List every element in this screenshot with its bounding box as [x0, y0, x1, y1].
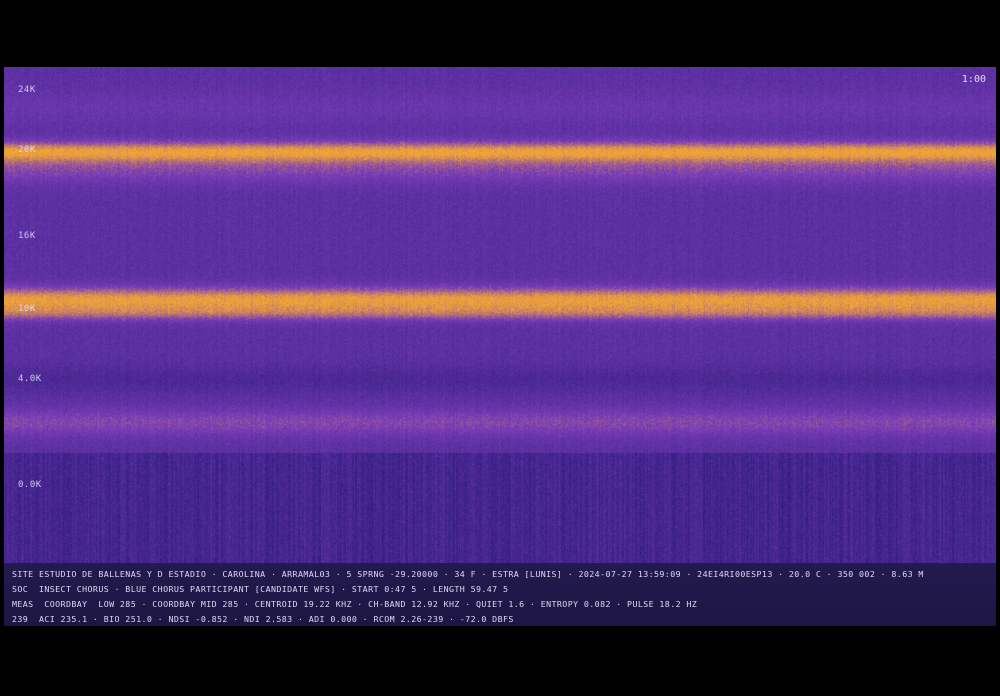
freq-label-20k: 20K: [18, 145, 36, 155]
freq-label-24k: 24K: [18, 85, 36, 95]
spectrogram-image[interactable]: [4, 67, 996, 563]
info-line-indices: 239 ACI 235.1 · BIO 251.0 · NDSI -0.852 …: [12, 614, 514, 624]
bottom-letterbox: [0, 626, 1000, 696]
freq-label-4k: 4.0K: [18, 374, 42, 384]
freq-label-0k: 0.0K: [18, 480, 42, 490]
zoom-indicator[interactable]: 1:00: [962, 74, 986, 85]
metadata-info-panel: SITE ESTUDIO DE BALLENAS Y D ESTADIO · C…: [4, 563, 996, 626]
spectrogram-viewer-screen: 24K 20K 16K 10K 4.0K 0.0K 1:00 SITE ESTU…: [0, 0, 1000, 696]
top-letterbox: [0, 0, 1000, 67]
info-line-measurements: MEAS COORDBAY LOW 285 · COORDBAY MID 285…: [12, 599, 698, 609]
spectrogram-frame[interactable]: 24K 20K 16K 10K 4.0K 0.0K 1:00 SITE ESTU…: [4, 67, 996, 626]
info-line-sound-class: SOC INSECT CHORUS · BLUE CHORUS PARTICIP…: [12, 584, 509, 594]
freq-label-16k: 16K: [18, 231, 36, 241]
info-line-site: SITE ESTUDIO DE BALLENAS Y D ESTADIO · C…: [12, 569, 924, 579]
freq-label-10k: 10K: [18, 304, 36, 314]
